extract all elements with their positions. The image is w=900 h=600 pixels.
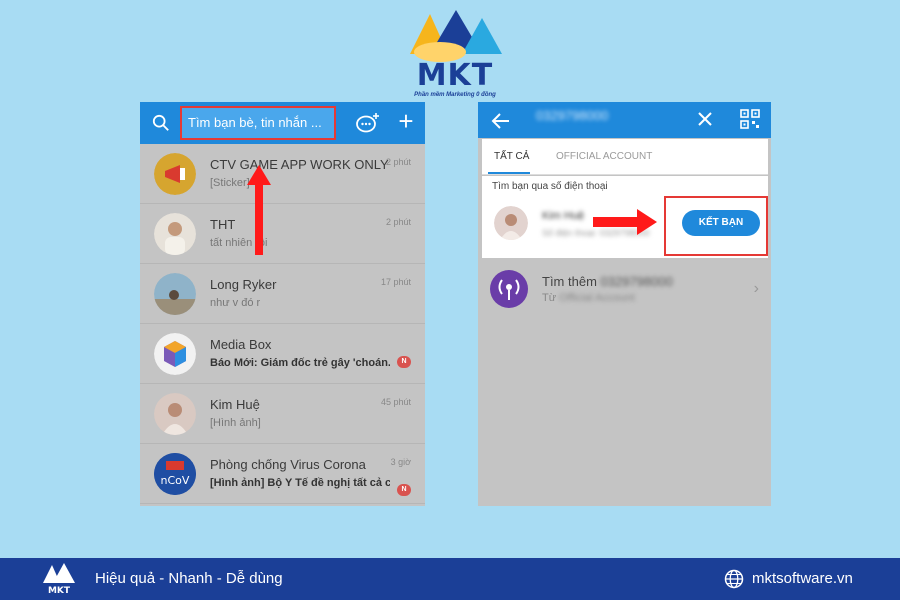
- conversation-time: 17 phút: [380, 277, 411, 287]
- avatar-label: nCoV: [161, 474, 190, 487]
- mkt-logo: MKT Phần mềm Marketing 0 đồng: [400, 6, 510, 98]
- footer-slogan: Hiệu quả - Nhanh - Dễ dùng: [95, 570, 283, 587]
- search-more-sub-prefix: Từ: [542, 292, 557, 304]
- unread-badge: N: [397, 356, 411, 368]
- search-more-query: 0329798000: [600, 274, 673, 289]
- footer-bar: MKT Hiệu quả - Nhanh - Dễ dùng mktsoftwa…: [0, 558, 900, 600]
- unread-badge: N: [397, 484, 411, 496]
- right-phone-screen: 0329798000 TẤT CẢ OFFICIAL ACCOUNT Tìm b…: [478, 102, 771, 506]
- left-phone-screen: Tìm bạn bè, tin nhắn ... + CTV GAME APP …: [140, 102, 425, 506]
- conversation-time: 2 phút: [385, 217, 411, 227]
- search-more-subtitle: Từ Official Account: [542, 292, 635, 304]
- right-topbar: 0329798000: [478, 102, 771, 138]
- conversation-name: THT: [210, 217, 236, 232]
- search-more-sub-rest: Official Account: [559, 292, 635, 304]
- qr-code-icon[interactable]: [740, 109, 760, 129]
- arrow-right-icon: [593, 209, 657, 235]
- conversation-item[interactable]: CTV GAME APP WORK ONLY [Sticker] 2 phút: [140, 144, 425, 204]
- add-friend-button[interactable]: KẾT BẠN: [682, 210, 760, 236]
- avatar[interactable]: [494, 206, 528, 240]
- conversation-name: Media Box: [210, 337, 272, 352]
- search-more-prefix: Tìm thêm: [542, 274, 597, 289]
- conversation-message: [Sticker]: [210, 177, 250, 189]
- logo-tagline: Phần mềm Marketing 0 đồng: [414, 92, 496, 98]
- avatar: [154, 333, 196, 375]
- conversation-time: 2 phút: [385, 157, 411, 167]
- broadcast-icon: [490, 270, 528, 308]
- section-label: Tìm bạn qua số điện thoại: [492, 181, 608, 192]
- conversation-message: [Hình ảnh] Bộ Y Tế đề nghị tất cả c...: [210, 477, 390, 489]
- search-input[interactable]: Tìm bạn bè, tin nhắn ...: [180, 106, 336, 140]
- conversation-name: Phòng chống Virus Corona: [210, 457, 366, 472]
- conversation-name: Kim Huệ: [210, 397, 260, 412]
- avatar: nCoV: [154, 453, 196, 495]
- back-arrow-icon[interactable]: [490, 110, 512, 132]
- left-topbar: Tìm bạn bè, tin nhắn ... +: [140, 102, 425, 144]
- conversation-time: 45 phút: [380, 397, 411, 407]
- conversation-message: như v đó r: [210, 297, 261, 309]
- avatar: [154, 393, 196, 435]
- avatar: [154, 153, 196, 195]
- add-chat-icon[interactable]: [356, 112, 380, 134]
- conversation-list: CTV GAME APP WORK ONLY [Sticker] 2 phút …: [140, 144, 425, 504]
- search-query-input[interactable]: 0329798000: [536, 108, 608, 123]
- search-tabs: TẤT CẢ OFFICIAL ACCOUNT: [482, 139, 768, 175]
- footer-logo-icon: MKT: [43, 563, 75, 596]
- conversation-message: Báo Mới: Giám đốc trẻ gây 'choán...: [210, 357, 390, 369]
- tab-official-account[interactable]: OFFICIAL ACCOUNT: [556, 151, 652, 162]
- arrow-up-icon: [247, 165, 271, 255]
- conversation-item[interactable]: Media Box Báo Mới: Giám đốc trẻ gây 'cho…: [140, 324, 425, 384]
- plus-icon[interactable]: +: [396, 108, 416, 134]
- conversation-time: 3 giờ: [390, 457, 411, 467]
- conversation-item[interactable]: Long Ryker như v đó r 17 phút: [140, 264, 425, 324]
- mkt-logo-mark: [410, 10, 502, 62]
- conversation-name: CTV GAME APP WORK ONLY: [210, 157, 389, 172]
- active-tab-indicator: [488, 172, 530, 174]
- conversation-item[interactable]: nCoV Phòng chống Virus Corona [Hình ảnh]…: [140, 444, 425, 504]
- globe-icon: [724, 569, 744, 589]
- conversation-item[interactable]: Kim Huệ [Hình ảnh] 45 phút: [140, 384, 425, 444]
- search-more-row[interactable]: Tìm thêm 0329798000 Từ Official Account …: [478, 264, 771, 316]
- search-icon[interactable]: [152, 114, 170, 132]
- search-more-title: Tìm thêm 0329798000: [542, 274, 673, 289]
- avatar: [154, 273, 196, 315]
- conversation-name: Long Ryker: [210, 277, 277, 292]
- svg-text:MKT: MKT: [48, 586, 71, 596]
- conversation-message: [Hình ảnh]: [210, 417, 261, 429]
- clear-icon[interactable]: [695, 109, 715, 129]
- result-name: Kim Huệ: [542, 210, 585, 222]
- conversation-item[interactable]: THT tất nhiên rồi 2 phút: [140, 204, 425, 264]
- avatar: [154, 213, 196, 255]
- chevron-right-icon: ›: [753, 280, 759, 297]
- logo-text: MKT: [416, 58, 494, 93]
- tab-all[interactable]: TẤT CẢ: [494, 151, 529, 162]
- footer-website-link[interactable]: mktsoftware.vn: [752, 570, 853, 587]
